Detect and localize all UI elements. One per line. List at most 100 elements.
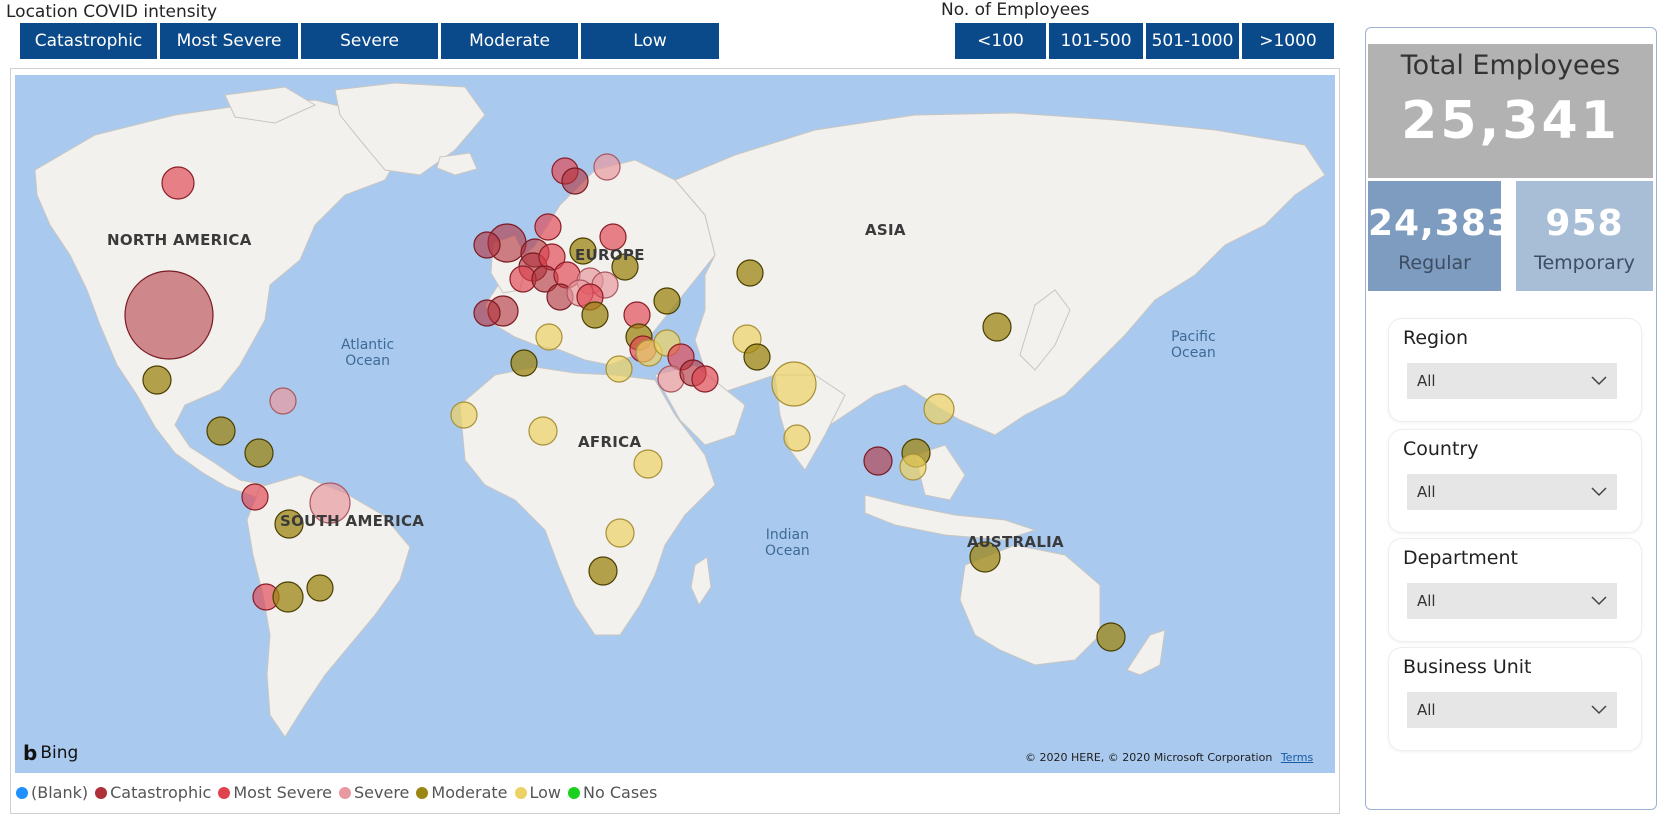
bubble-georgia[interactable] — [653, 287, 681, 315]
department-filter: Department All — [1388, 538, 1642, 642]
bubble-zambia[interactable] — [605, 518, 635, 548]
legend-item-no-cases[interactable]: No Cases — [568, 783, 657, 802]
department-filter-title: Department — [1403, 547, 1518, 569]
business-unit-filter: Business Unit All — [1388, 647, 1642, 751]
terms-link[interactable]: Terms — [1281, 751, 1313, 764]
bubble-ireland[interactable] — [473, 231, 501, 259]
region-dropdown-value: All — [1417, 372, 1436, 390]
copyright-text: © 2020 HERE, © 2020 Microsoft Corporatio… — [1025, 751, 1273, 764]
bubble-peru[interactable] — [241, 483, 269, 511]
temporary-employees-label: Temporary — [1534, 252, 1635, 274]
business-unit-dropdown[interactable]: All — [1407, 692, 1617, 728]
business-unit-dropdown-value: All — [1417, 701, 1436, 719]
bubble-greece[interactable] — [581, 301, 609, 329]
legend-label-most-severe: Most Severe — [233, 783, 333, 802]
bubble-canada[interactable] — [161, 166, 195, 200]
intensity-slicer-title: Location COVID intensity — [6, 2, 218, 22]
bubble-uruguay[interactable] — [306, 574, 334, 602]
legend-item-moderate[interactable]: Moderate — [416, 783, 508, 802]
dashboard: Location COVID intensity Catastrophic Mo… — [0, 0, 1666, 820]
legend-dot-moderate — [416, 786, 429, 799]
bubble-philippines[interactable] — [923, 393, 955, 425]
legend-dot-catastrophic — [95, 786, 108, 799]
legend-item-catastrophic[interactable]: Catastrophic — [95, 783, 211, 802]
employees-501-1000-button[interactable]: 501-1000 — [1146, 23, 1239, 59]
bubble-new-zealand[interactable] — [1096, 622, 1126, 652]
map-visual: NORTH AMERICA EUROPE ASIA AFRICA SOUTH A… — [10, 68, 1340, 814]
bubble-pakistan[interactable] — [743, 343, 771, 371]
bubble-indonesia[interactable] — [863, 446, 893, 476]
bubble-usa[interactable] — [124, 270, 214, 360]
bubble-colombia[interactable] — [244, 438, 274, 468]
bubble-nigeria[interactable] — [528, 416, 558, 446]
legend-item-blank[interactable]: (Blank) — [16, 783, 88, 802]
bubble-india[interactable] — [771, 361, 817, 407]
bubble-central-america[interactable] — [206, 416, 236, 446]
map-bubbles — [124, 153, 1126, 652]
legend-item-most-severe[interactable]: Most Severe — [218, 783, 332, 802]
regular-employees-label: Regular — [1398, 252, 1471, 274]
employees-101-500-button[interactable]: 101-500 — [1049, 23, 1143, 59]
bubble-sri-lanka[interactable] — [783, 424, 811, 452]
legend-dot-low — [514, 786, 527, 799]
world-map[interactable]: NORTH AMERICA EUROPE ASIA AFRICA SOUTH A… — [15, 75, 1335, 773]
bubble-argentina[interactable] — [272, 581, 304, 613]
employees-slicer: <100 101-500 501-1000 >1000 — [955, 23, 1334, 59]
bubble-caribbean[interactable] — [269, 387, 297, 415]
label-europe: EUROPE — [575, 246, 645, 264]
label-north-america: NORTH AMERICA — [107, 231, 252, 249]
bubble-morocco[interactable] — [510, 349, 538, 377]
legend-label-severe: Severe — [354, 783, 410, 802]
bubble-south-africa[interactable] — [588, 556, 618, 586]
total-employees-value: 25,341 — [1401, 91, 1620, 151]
label-atlantic-ocean: Atlantic Ocean — [341, 337, 395, 369]
legend-item-low[interactable]: Low — [514, 783, 562, 802]
map-legend: (Blank) Catastrophic Most Severe Severe … — [16, 783, 664, 802]
legend-label-catastrophic: Catastrophic — [110, 783, 212, 802]
legend-label-low: Low — [529, 783, 562, 802]
intensity-low-button[interactable]: Low — [581, 23, 719, 59]
bubble-finland[interactable] — [593, 153, 621, 181]
region-dropdown[interactable]: All — [1407, 363, 1617, 399]
label-indian-ocean: Indian Ocean — [765, 527, 810, 559]
region-filter: Region All — [1388, 318, 1642, 422]
bubble-japan[interactable] — [982, 312, 1012, 342]
bubble-portugal[interactable] — [473, 299, 501, 327]
department-dropdown-value: All — [1417, 592, 1436, 610]
bubble-sweden[interactable] — [561, 167, 589, 195]
department-dropdown[interactable]: All — [1407, 583, 1617, 619]
bubble-kenya[interactable] — [633, 449, 663, 479]
bing-b-icon: b — [23, 741, 38, 765]
label-asia: ASIA — [865, 221, 906, 239]
bubble-mexico[interactable] — [142, 365, 172, 395]
business-unit-filter-title: Business Unit — [1403, 656, 1532, 678]
legend-label-moderate: Moderate — [431, 783, 508, 802]
intensity-moderate-button[interactable]: Moderate — [441, 23, 578, 59]
legend-label-no-cases: No Cases — [583, 783, 658, 802]
intensity-slicer: Catastrophic Most Severe Severe Moderate… — [20, 23, 719, 59]
employees-over-1000-button[interactable]: >1000 — [1242, 23, 1334, 59]
bubble-senegal[interactable] — [450, 401, 478, 429]
bubble-denmark[interactable] — [534, 213, 562, 241]
intensity-most-severe-button[interactable]: Most Severe — [160, 23, 298, 59]
total-employees-title: Total Employees — [1400, 50, 1621, 81]
temporary-employees-value: 958 — [1545, 203, 1624, 244]
label-pacific-ocean: Pacific Ocean — [1171, 329, 1216, 361]
chevron-down-icon — [1591, 376, 1607, 386]
temporary-employees-card: 958 Temporary — [1516, 181, 1653, 291]
country-dropdown-value: All — [1417, 483, 1436, 501]
chevron-down-icon — [1591, 705, 1607, 715]
bubble-egypt[interactable] — [605, 355, 633, 383]
employees-under-100-button[interactable]: <100 — [955, 23, 1046, 59]
intensity-severe-button[interactable]: Severe — [301, 23, 438, 59]
bing-logo[interactable]: b Bing — [23, 741, 78, 765]
legend-dot-severe — [339, 786, 352, 799]
country-dropdown[interactable]: All — [1407, 474, 1617, 510]
legend-item-severe[interactable]: Severe — [339, 783, 409, 802]
bubble-tunisia[interactable] — [535, 323, 563, 351]
bubble-singapore[interactable] — [899, 453, 927, 481]
bing-label: Bing — [40, 743, 79, 763]
bubble-uae[interactable] — [691, 365, 719, 393]
bubble-kazakhstan[interactable] — [736, 259, 764, 287]
intensity-catastrophic-button[interactable]: Catastrophic — [20, 23, 157, 59]
